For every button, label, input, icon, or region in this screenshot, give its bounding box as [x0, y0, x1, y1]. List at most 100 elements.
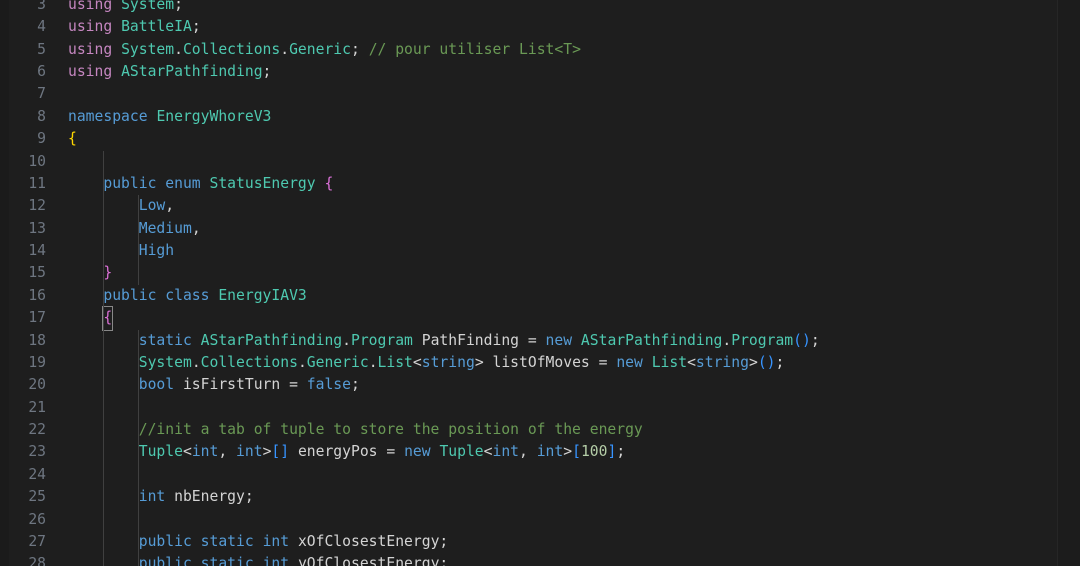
line-number[interactable]: 18: [0, 330, 46, 352]
line-number[interactable]: 3: [0, 0, 46, 16]
token-type: AStarPathfinding: [580, 331, 723, 349]
line-number[interactable]: 13: [0, 218, 46, 240]
token-kw: Low: [138, 197, 166, 215]
vertical-scrollbar[interactable]: [1058, 0, 1080, 566]
code-text[interactable]: bool isFirstTurn = false;: [68, 374, 360, 396]
line-number[interactable]: 10: [0, 151, 46, 173]
line-number[interactable]: 25: [0, 486, 46, 508]
token-op: [360, 41, 369, 58]
code-line[interactable]: 23 Tuple<int, int>[] energyPos = new Tup…: [0, 441, 1080, 463]
code-line[interactable]: 28 public static int yOfClosestEnergy;: [0, 553, 1080, 566]
code-line[interactable]: 24: [0, 464, 1080, 486]
token-op: [112, 63, 121, 80]
code-line[interactable]: 26: [0, 509, 1080, 531]
token-op: [413, 332, 422, 349]
code-line[interactable]: 12 Low,: [0, 195, 1080, 217]
line-number[interactable]: 28: [0, 553, 46, 566]
token-punct: ,: [519, 443, 537, 461]
token-op: [156, 175, 165, 192]
code-line[interactable]: 18 static AStarPathfinding.Program PathF…: [0, 330, 1080, 352]
line-number[interactable]: 24: [0, 464, 46, 486]
token-type: System: [138, 353, 192, 371]
line-number[interactable]: 16: [0, 285, 46, 307]
code-line[interactable]: 11 public enum StatusEnergy {: [0, 173, 1080, 195]
code-line[interactable]: 3 using System;: [0, 0, 1080, 16]
token-punct: .: [368, 353, 378, 371]
code-text[interactable]: static AStarPathfinding.Program PathFind…: [68, 330, 820, 352]
code-line[interactable]: 20 bool isFirstTurn = false;: [0, 374, 1080, 396]
token-punct: ;: [439, 532, 449, 550]
code-line[interactable]: 6 using AStarPathfinding;: [0, 61, 1080, 83]
code-text[interactable]: Tuple<int, int>[] energyPos = new Tuple<…: [68, 441, 625, 463]
token-kwc: using: [68, 63, 113, 81]
code-line[interactable]: 4 using BattleIA;: [0, 16, 1080, 38]
line-number[interactable]: 7: [0, 83, 46, 105]
code-text[interactable]: {: [68, 128, 77, 150]
code-text[interactable]: using AStarPathfinding;: [68, 61, 271, 83]
code-text[interactable]: {: [68, 306, 114, 331]
code-text[interactable]: High: [68, 240, 174, 262]
token-type: AStarPathfinding: [121, 63, 263, 81]
line-number[interactable]: 6: [0, 61, 46, 83]
token-type: Program: [350, 331, 413, 349]
line-number[interactable]: 20: [0, 374, 46, 396]
token-punct: .: [174, 40, 183, 58]
code-line[interactable]: 21: [0, 397, 1080, 419]
token-b3: (): [757, 353, 776, 371]
line-number[interactable]: 11: [0, 173, 46, 195]
code-text[interactable]: public class EnergyIAV3: [68, 285, 306, 307]
code-line[interactable]: 15 }: [0, 262, 1080, 284]
token-kw: High: [138, 242, 175, 260]
code-line[interactable]: 16 public class EnergyIAV3: [0, 285, 1080, 307]
code-text[interactable]: public static int yOfClosestEnergy;: [68, 553, 449, 566]
line-number[interactable]: 27: [0, 531, 46, 553]
code-line[interactable]: 9{: [0, 128, 1080, 150]
code-text[interactable]: }: [68, 262, 112, 284]
code-text[interactable]: System.Collections.Generic.List<string> …: [68, 352, 785, 374]
line-number[interactable]: 26: [0, 509, 46, 531]
line-number[interactable]: 21: [0, 397, 46, 419]
token-b1: {: [68, 130, 77, 148]
code-text[interactable]: using System;: [68, 0, 183, 16]
line-number[interactable]: 23: [0, 441, 46, 463]
code-line[interactable]: 10: [0, 151, 1080, 173]
code-line[interactable]: 19 System.Collections.Generic.List<strin…: [0, 352, 1080, 374]
line-number[interactable]: 14: [0, 240, 46, 262]
code-text[interactable]: public enum StatusEnergy {: [68, 173, 333, 195]
code-line[interactable]: 7: [0, 83, 1080, 105]
code-line[interactable]: 14 High: [0, 240, 1080, 262]
code-line[interactable]: 27 public static int xOfClosestEnergy;: [0, 531, 1080, 553]
code-line[interactable]: 5 using System.Collections.Generic; // po…: [0, 39, 1080, 61]
code-text[interactable]: namespace EnergyWhoreV3: [68, 106, 271, 128]
line-number[interactable]: 19: [0, 352, 46, 374]
line-number[interactable]: 17: [0, 307, 46, 329]
token-gen: >: [474, 353, 484, 371]
code-text[interactable]: using System.Collections.Generic; // pou…: [68, 39, 581, 61]
code-line[interactable]: 25 int nbEnergy;: [0, 486, 1080, 508]
line-number[interactable]: 22: [0, 419, 46, 441]
code-text[interactable]: using BattleIA;: [68, 16, 201, 38]
line-number[interactable]: 9: [0, 128, 46, 150]
code-line[interactable]: 17 {: [0, 306, 1080, 331]
token-punct: .: [297, 353, 307, 371]
token-kwc: using: [68, 0, 113, 13]
token-op: =: [280, 376, 307, 394]
line-number[interactable]: 8: [0, 106, 46, 128]
code-text[interactable]: int nbEnergy;: [68, 486, 254, 508]
line-number[interactable]: 4: [0, 16, 46, 38]
token-type: List: [651, 353, 688, 371]
token-op: [254, 533, 263, 550]
code-line[interactable]: 13 Medium,: [0, 218, 1080, 240]
code-line[interactable]: 8 namespace EnergyWhoreV3: [0, 106, 1080, 128]
line-number[interactable]: 15: [0, 262, 46, 284]
code-editor[interactable]: 3 using System; 4 using BattleIA; 5 using Sys…: [0, 0, 1080, 566]
code-text[interactable]: //init a tab of tuple to store the posit…: [68, 419, 643, 441]
code-text[interactable]: public static int xOfClosestEnergy;: [68, 531, 449, 553]
line-number[interactable]: 5: [0, 39, 46, 61]
token-kw: public: [103, 174, 157, 192]
code-line[interactable]: 22 //init a tab of tuple to store the po…: [0, 419, 1080, 441]
code-text[interactable]: Medium,: [68, 218, 201, 240]
line-number[interactable]: 12: [0, 195, 46, 217]
code-text[interactable]: Low,: [68, 195, 174, 217]
token-type: Collections: [182, 40, 281, 58]
